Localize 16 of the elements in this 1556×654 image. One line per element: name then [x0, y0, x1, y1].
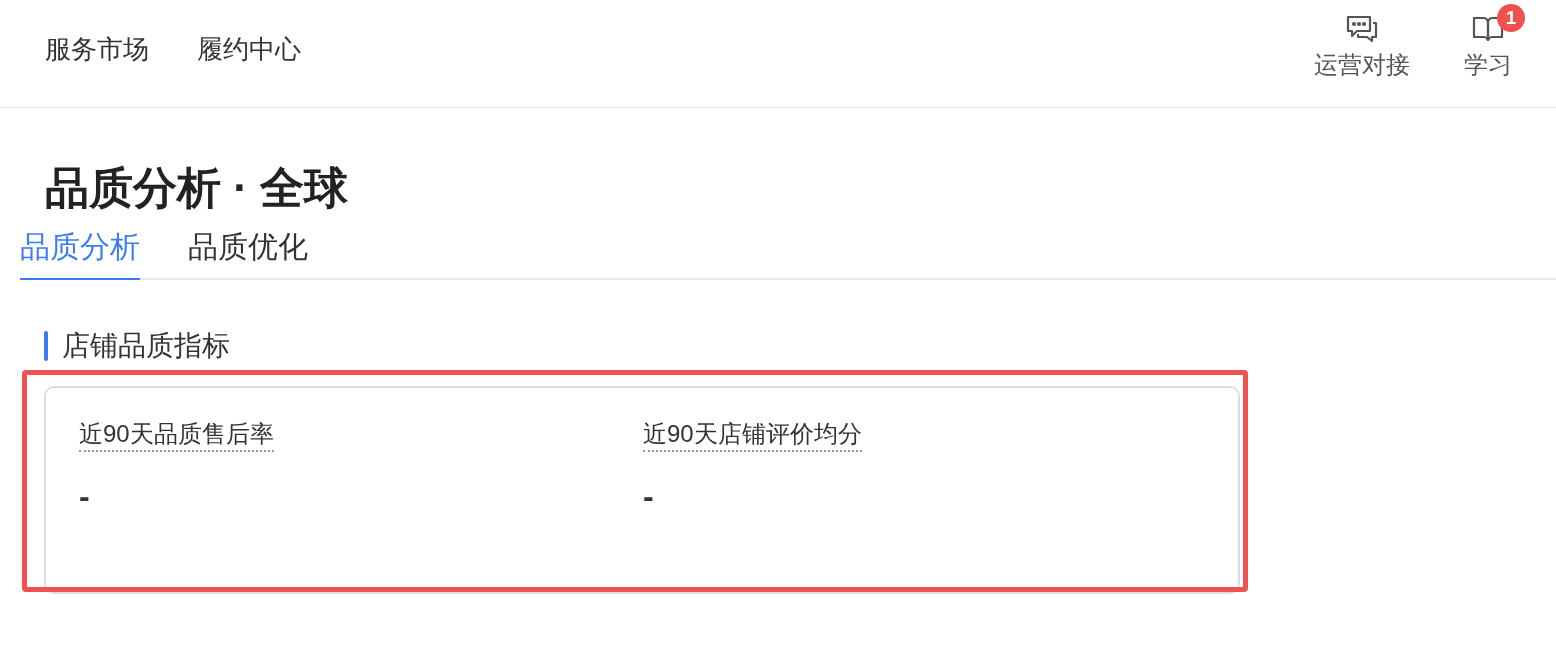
nav-link[interactable]: 履约中心: [197, 32, 301, 66]
metric-label: 近90天店铺评价均分: [643, 418, 862, 452]
metric-value: -: [643, 478, 654, 514]
nav-link[interactable]: 服务市场: [45, 32, 149, 66]
chat-icon[interactable]: [1345, 14, 1379, 44]
action-label[interactable]: 学习: [1464, 50, 1512, 80]
accent-bar: [44, 331, 48, 361]
section-title: 店铺品质指标: [62, 329, 230, 363]
notification-badge: 1: [1497, 4, 1525, 32]
metric-label: 近90天品质售后率: [79, 418, 274, 452]
page-title: 品质分析 · 全球: [45, 162, 350, 214]
action-label[interactable]: 运营对接: [1314, 50, 1410, 80]
tab[interactable]: 品质分析: [20, 228, 140, 280]
metric-value: -: [79, 478, 90, 514]
book-icon[interactable]: [1471, 14, 1505, 44]
tab[interactable]: 品质优化: [188, 228, 308, 280]
